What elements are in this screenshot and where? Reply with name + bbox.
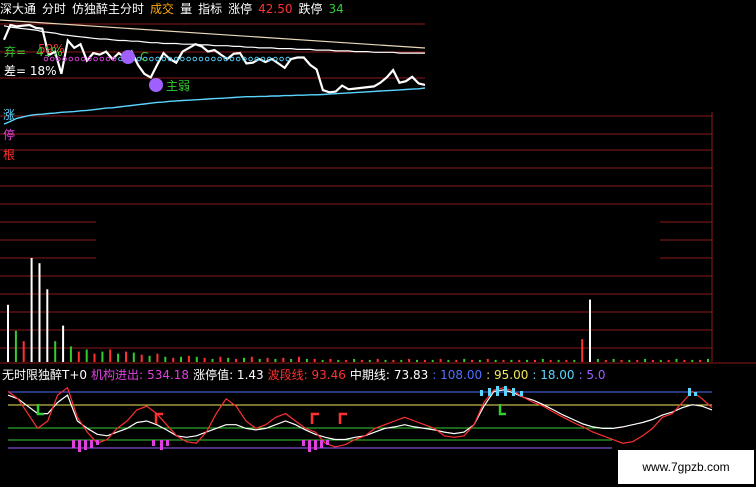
- dot-strip-38: [279, 56, 284, 62]
- header-item-0[interactable]: 深大通: [0, 2, 36, 16]
- dot-strip-31: [235, 56, 241, 62]
- dot-strip-19: [161, 56, 167, 62]
- cyan-spike-1: [488, 388, 491, 396]
- indicator-item-4: 波段线: 93.46: [267, 368, 346, 382]
- magenta-spike-0: [72, 440, 75, 448]
- indicator-item-10: : 5.0: [578, 368, 606, 382]
- dot-strip-9: [99, 56, 105, 62]
- magenta-spike-8: [302, 440, 305, 446]
- cyan-spike-7: [694, 392, 697, 396]
- indicator-item-1: 机构进出:: [91, 368, 144, 382]
- header-item-7[interactable]: 42.50: [258, 2, 292, 16]
- dot-strip-4: [68, 56, 74, 62]
- dot-strip-22: [180, 56, 185, 62]
- header-item-8[interactable]: 跌停: [298, 2, 322, 16]
- cyan-spike-3: [504, 386, 507, 396]
- dot-strip-24: [192, 56, 198, 62]
- indicator-item-9: : 18.00: [532, 368, 575, 382]
- indicator-item-3: 涨停值: 1.43: [193, 368, 264, 382]
- dot-strip-39: [285, 56, 291, 62]
- magenta-spike-5: [152, 440, 155, 446]
- cyan-trend-line: [3, 87, 426, 125]
- label-pct-41: 41%: [36, 45, 63, 59]
- magenta-spike-11: [320, 440, 323, 448]
- magenta-spike-2: [84, 440, 87, 450]
- dot-strip-10: [105, 56, 111, 62]
- chart-header: 深大通 分时 仿独醉主分时 成交量指标 涨停 42.50 跌停 34: [0, 0, 350, 18]
- indicator-item-2: 534.18: [147, 368, 190, 382]
- cyan-spike-4: [512, 388, 515, 396]
- side-label-zhang: 涨: [3, 108, 16, 122]
- cyan-spike-6: [688, 388, 691, 396]
- watermark: www.7gpzb.com: [618, 450, 754, 484]
- header-item-4[interactable]: 量: [180, 2, 192, 16]
- dot-strip-5: [74, 56, 80, 62]
- header-item-5[interactable]: 指标: [198, 2, 222, 16]
- face-icon-weak: [149, 78, 163, 92]
- indicator-item-0: 无时限独醉T+0: [2, 368, 88, 382]
- header-item-6[interactable]: 涨停: [228, 2, 252, 16]
- label-pct2-prefix: 弃=: [4, 44, 26, 59]
- dot-strip-26: [204, 56, 210, 62]
- indicator-red-line: [7, 386, 713, 448]
- indicator-item-6: 73.83: [393, 368, 429, 382]
- cyan-spike-5: [520, 391, 523, 396]
- magenta-spike-7: [166, 440, 169, 446]
- face-icon-strong: [121, 50, 135, 64]
- label-pct-18: 差= 18%: [4, 64, 57, 78]
- dot-strip-17: [149, 56, 154, 62]
- magenta-spike-1: [78, 440, 81, 452]
- magenta-spike-12: [326, 440, 329, 445]
- dot-strip-25: [198, 56, 204, 62]
- sell-signal-3: [338, 412, 347, 424]
- dot-strip-33: [248, 56, 253, 62]
- dot-strip-28: [217, 56, 222, 62]
- dot-strip-30: [229, 56, 235, 62]
- cyan-spike-0: [480, 390, 483, 396]
- indicator-item-5: 中期线:: [349, 368, 390, 382]
- magenta-spike-4: [96, 440, 99, 445]
- cyan-spike-2: [496, 386, 499, 396]
- magenta-spike-3: [90, 440, 93, 448]
- indicator-item-7: : 108.00: [432, 368, 483, 382]
- magenta-spike-10: [314, 440, 317, 450]
- header-item-9[interactable]: 34: [328, 2, 343, 16]
- indicator-item-8: : 95.00: [486, 368, 529, 382]
- tag-weak: 主弱: [166, 79, 190, 93]
- header-item-1[interactable]: 分时: [42, 2, 66, 16]
- dot-strip-18: [155, 56, 160, 62]
- side-label-gen: 根: [3, 148, 16, 162]
- dot-strip-27: [211, 56, 216, 62]
- magenta-spike-6: [160, 440, 163, 450]
- dot-strip-6: [80, 56, 86, 62]
- header-item-2[interactable]: 仿独醉主分时: [72, 2, 144, 16]
- dot-strip-23: [186, 56, 191, 62]
- intraday-chart[interactable]: 59%弃= 41%差= 18%C主弱: [0, 0, 756, 487]
- indicator-header: 无时限独醉T+0 机构进出: 534.18 涨停值: 1.43 波段线: 93.46 中期…: [2, 367, 610, 383]
- sell-signal-2: [310, 412, 319, 424]
- dot-strip-8: [93, 56, 98, 62]
- header-item-3[interactable]: 成交: [150, 2, 174, 16]
- magenta-spike-9: [308, 440, 311, 452]
- tag-strong: C: [140, 50, 148, 64]
- side-label-ting: 停: [3, 128, 16, 142]
